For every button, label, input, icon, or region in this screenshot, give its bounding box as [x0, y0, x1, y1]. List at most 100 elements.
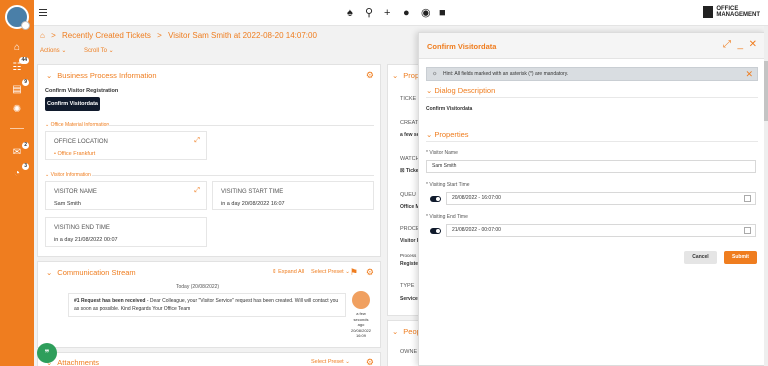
visiting-start-label: * Visiting Start Time — [426, 182, 470, 188]
visiting-start-input[interactable]: 20/08/2022 - 16:07:00 — [446, 192, 756, 205]
home-icon[interactable]: ⌂ — [40, 31, 45, 40]
dialog-description-section[interactable]: ⌄ Dialog Description — [426, 86, 495, 95]
chat-icon[interactable]: ✉ 2 — [10, 142, 29, 159]
attachments-panel: ⌄Attachments Select Preset ⌄ ⚙ — [37, 352, 381, 366]
watch-label: WATCH — [400, 156, 420, 162]
divider — [426, 141, 758, 142]
chat-bubble-icon[interactable]: ❞ — [37, 343, 57, 363]
lightbulb-icon: ☼ — [432, 71, 438, 77]
user-icon[interactable]: ● — [403, 7, 410, 19]
queue-label: QUEU — [400, 192, 416, 198]
close-hint-icon[interactable]: ✕ — [745, 68, 753, 80]
breadcrumb: ⌂ > Recently Created Tickets > Visitor S… — [40, 31, 321, 40]
owner-label: OWNE — [400, 349, 418, 355]
process-sub-value: Registe — [400, 261, 419, 267]
gear-icon[interactable]: ⚙ — [366, 357, 374, 366]
app-logo: OFFICE MANAGEMENT — [703, 6, 760, 18]
created-label: CREAT — [400, 120, 419, 126]
watch-value: ☒ Ticke — [400, 168, 419, 174]
properties-section[interactable]: ⌄ Properties — [426, 130, 469, 139]
expand-all-button[interactable]: ⇕ Expand All — [272, 269, 304, 275]
chat-badge: 2 — [22, 142, 29, 149]
scrollbar-thumb[interactable] — [764, 61, 768, 121]
card-title: OFFICE LOCATION — [54, 139, 108, 145]
eye-icon[interactable]: ◉ — [421, 7, 431, 19]
cancel-button[interactable]: Cancel — [684, 251, 717, 264]
gear-icon[interactable]: ⚙ — [366, 267, 374, 278]
hint-box: ☼ Hint: All fields marked with an asteri… — [426, 67, 758, 81]
chevron-down-icon: ⌄ — [46, 71, 53, 80]
type-value: Service — [400, 296, 418, 302]
search-icon[interactable]: ⚲ — [365, 7, 373, 19]
scroll-to-menu[interactable]: Scroll To ⌄ — [84, 48, 114, 54]
stream-date: Today (20/08/2022) — [176, 284, 220, 290]
breadcrumb-sep: > — [157, 31, 162, 40]
minimize-icon[interactable]: _ — [737, 39, 743, 50]
communication-panel: ⌄ Communication Stream ⇕ Expand All Selec… — [37, 261, 381, 348]
chevron-down-icon: ⌄ — [392, 327, 399, 336]
bell-icon[interactable]: ♠ — [347, 7, 353, 19]
close-icon[interactable]: ✕ — [749, 39, 757, 50]
card-value: Sam Smith — [54, 201, 81, 207]
avatar[interactable] — [5, 5, 30, 30]
panel-title[interactable]: ⌄ Prop — [392, 71, 419, 80]
ticket-label: TICKE — [400, 96, 417, 102]
visitor-name-input[interactable]: Sam Smith — [426, 160, 756, 173]
maximize-icon[interactable]: ⤢ — [723, 39, 731, 50]
divider — [92, 175, 374, 176]
menu-icon[interactable] — [39, 9, 47, 16]
sender-avatar — [352, 291, 370, 309]
logo-mark-icon — [703, 6, 714, 18]
breadcrumb-item-tickets[interactable]: Recently Created Tickets — [62, 31, 151, 40]
scrollbar[interactable] — [764, 26, 768, 366]
visitor-name-label: * Visitor Name — [426, 150, 458, 156]
calendar-icon[interactable] — [744, 195, 751, 202]
notifications-icon[interactable]: ◔ 3 — [10, 163, 29, 180]
plus-icon[interactable]: + — [384, 7, 390, 19]
visitor-section-title[interactable]: ⌄ Visitor Information — [45, 172, 91, 178]
calendar-icon[interactable] — [744, 227, 751, 234]
gear-icon[interactable]: ⚙ — [366, 70, 374, 81]
office-section-title[interactable]: ⌄ Office Material Information — [45, 122, 109, 128]
inbox-icon[interactable]: ☷ 44 — [10, 57, 29, 74]
end-time-toggle[interactable] — [430, 228, 441, 234]
divider — [108, 125, 374, 126]
settings-icon[interactable]: ✺ — [10, 104, 24, 116]
card-title: VISITOR NAME — [54, 189, 97, 195]
actions-menu[interactable]: Actions ⌄ — [40, 48, 66, 54]
confirm-visitordata-dialog: Confirm Visitordata ⤢ _ ✕ ☼ Hint: All fi… — [418, 32, 766, 366]
confirm-visitordata-button[interactable]: Confirm Visitordata — [45, 97, 100, 111]
panel-title[interactable]: ⌄ Business Process Information — [46, 71, 157, 80]
visiting-end-label: * Visiting End Time — [426, 214, 468, 220]
expand-icon[interactable]: ⤢ — [194, 137, 200, 145]
panel-title[interactable]: ⌄ Peop — [392, 327, 421, 336]
lock-icon[interactable]: ■ — [439, 7, 446, 19]
start-time-toggle[interactable] — [430, 196, 441, 202]
home-icon[interactable]: ⌂ — [10, 42, 24, 54]
office-location-link[interactable]: • Office Frankfurt — [54, 151, 95, 157]
select-preset-dropdown[interactable]: Select Preset ⌄ — [311, 359, 350, 365]
chevron-down-icon: ⌄ — [46, 268, 53, 277]
visiting-end-input[interactable]: 21/08/2022 - 00:07:00 — [446, 224, 756, 237]
message-bubble[interactable]: #1 Request has been received - Dear Coll… — [68, 293, 346, 317]
ticket-icon[interactable]: ▤ 9 — [10, 79, 29, 96]
filter-icon[interactable]: ⚑ — [350, 267, 358, 278]
divider — [426, 97, 758, 98]
notifications-badge: 3 — [22, 163, 29, 170]
sidebar: ⌂ ☷ 44 ▤ 9 ✺ ✉ 2 ◔ 3 — [0, 0, 34, 366]
expand-icon[interactable]: ⤢ — [194, 187, 200, 195]
process-label: PROCE — [400, 226, 420, 232]
process-sub-label: Process — [400, 253, 417, 258]
panel-title[interactable]: ⌄ Communication Stream — [46, 268, 136, 277]
inbox-badge: 44 — [19, 57, 29, 64]
created-value: a few se — [400, 132, 420, 138]
card-title: VISITING END TIME — [54, 225, 110, 231]
business-process-panel: ⌄ Business Process Information ⚙ Confirm … — [37, 64, 381, 257]
submit-button[interactable]: Submit — [724, 251, 757, 264]
select-preset-dropdown[interactable]: Select Preset ⌄ — [311, 269, 350, 275]
dialog-header: Confirm Visitordata ⤢ _ ✕ — [419, 33, 765, 59]
breadcrumb-item-ticket[interactable]: Visitor Sam Smith at 2022-08-20 14:07:00 — [168, 31, 317, 40]
office-location-card: OFFICE LOCATION • Office Frankfurt ⤢ — [45, 131, 207, 160]
dialog-description-text: Confirm Visitordata — [426, 106, 473, 112]
visiting-end-card: VISITING END TIME in a day 21/08/2022 00… — [45, 217, 207, 247]
